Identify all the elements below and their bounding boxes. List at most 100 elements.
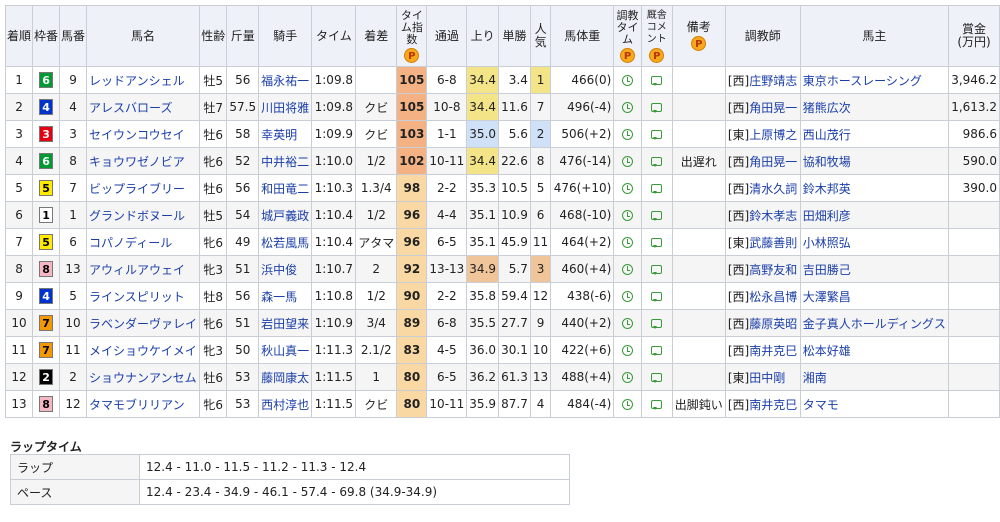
owner-cell[interactable]: 東京ホースレーシング — [799, 66, 950, 94]
owner-cell[interactable]: 小林照弘 — [799, 228, 950, 256]
owner-cell[interactable]: 金子真人ホールディングス — [799, 309, 950, 337]
owner-cell-link[interactable]: 湘南 — [803, 371, 827, 385]
comment-bubble-icon[interactable] — [651, 157, 663, 167]
training-time-cell[interactable] — [613, 174, 642, 202]
clock-icon[interactable] — [622, 156, 633, 167]
owner-cell-link[interactable]: 吉田勝己 — [803, 263, 851, 277]
jockey-cell-link[interactable]: 浜中俊 — [261, 263, 297, 277]
clock-icon[interactable] — [622, 102, 633, 113]
trainer-link[interactable]: 鈴木孝志 — [749, 209, 797, 223]
jockey-cell[interactable]: 中井裕二 — [258, 147, 313, 175]
owner-cell-link[interactable]: 松本好雄 — [803, 344, 851, 358]
horse-name-cell-link[interactable]: メイショウケイメイ — [89, 344, 197, 358]
owner-cell-link[interactable]: 猪熊広次 — [803, 101, 851, 115]
clock-icon[interactable] — [622, 75, 633, 86]
horse-name-cell-link[interactable]: キョウワゼノビア — [89, 155, 185, 169]
owner-cell[interactable]: 鈴木邦英 — [799, 174, 950, 202]
training-time-cell[interactable] — [613, 309, 642, 337]
horse-name-cell-link[interactable]: ラインスピリット — [89, 290, 185, 304]
owner-cell-link[interactable]: 鈴木邦英 — [803, 182, 851, 196]
horse-name-cell-link[interactable]: ラベンダーヴァレイ — [89, 317, 197, 331]
horse-name-cell-link[interactable]: レッドアンシェル — [89, 74, 185, 88]
owner-cell-link[interactable]: 金子真人ホールディングス — [803, 317, 946, 331]
horse-name-cell[interactable]: ラインスピリット — [86, 282, 201, 310]
training-time-cell[interactable] — [613, 201, 642, 229]
jockey-cell[interactable]: 福永祐一 — [258, 66, 313, 94]
clock-icon[interactable] — [622, 210, 633, 221]
trainer-link[interactable]: 上原博之 — [749, 128, 797, 142]
owner-cell-link[interactable]: タマモ — [803, 398, 839, 412]
jockey-cell[interactable]: 城戸義政 — [258, 201, 313, 229]
jockey-cell-link[interactable]: 和田竜二 — [261, 182, 309, 196]
trainer-link[interactable]: 田中剛 — [749, 371, 785, 385]
trainer-link[interactable]: 高野友和 — [749, 263, 797, 277]
comment-bubble-icon[interactable] — [651, 346, 663, 356]
horse-name-cell[interactable]: ラベンダーヴァレイ — [86, 309, 201, 337]
training-time-cell[interactable] — [613, 147, 642, 175]
clock-icon[interactable] — [622, 264, 633, 275]
stable-comment-cell[interactable] — [640, 201, 673, 229]
jockey-cell[interactable]: 松若風馬 — [258, 228, 313, 256]
owner-cell-link[interactable]: 大澤繁昌 — [803, 290, 851, 304]
owner-cell[interactable]: 松本好雄 — [799, 336, 950, 364]
jockey-cell-link[interactable]: 福永祐一 — [261, 74, 309, 88]
owner-cell-link[interactable]: 田畑利彦 — [803, 209, 851, 223]
stable-comment-cell[interactable] — [640, 66, 673, 94]
horse-name-cell[interactable]: グランドボヌール — [86, 201, 201, 229]
stable-comment-cell[interactable] — [640, 93, 673, 121]
trainer-link[interactable]: 角田晃一 — [749, 101, 797, 115]
comment-bubble-icon[interactable] — [651, 265, 663, 275]
clock-icon[interactable] — [622, 237, 633, 248]
clock-icon[interactable] — [622, 399, 633, 410]
stable-comment-cell[interactable] — [640, 390, 673, 418]
stable-comment-cell[interactable] — [640, 174, 673, 202]
owner-cell[interactable]: 西山茂行 — [799, 120, 950, 148]
comment-bubble-icon[interactable] — [651, 184, 663, 194]
horse-name-cell[interactable]: アレスバローズ — [86, 93, 201, 121]
jockey-cell-link[interactable]: 藤岡康太 — [261, 371, 309, 385]
training-time-cell[interactable] — [613, 66, 642, 94]
training-time-cell[interactable] — [613, 120, 642, 148]
trainer-link[interactable]: 藤原英昭 — [749, 317, 797, 331]
jockey-cell[interactable]: 和田竜二 — [258, 174, 313, 202]
trainer-link[interactable]: 南井克巳 — [749, 344, 797, 358]
jockey-cell-link[interactable]: 秋山真一 — [261, 344, 309, 358]
horse-name-cell-link[interactable]: タマモブリリアン — [89, 398, 185, 412]
training-time-cell[interactable] — [613, 336, 642, 364]
training-time-cell[interactable] — [613, 93, 642, 121]
comment-bubble-icon[interactable] — [651, 103, 663, 113]
jockey-cell-link[interactable]: 森一馬 — [261, 290, 297, 304]
horse-name-cell[interactable]: ショウナンアンセム — [86, 363, 201, 391]
owner-cell-link[interactable]: 東京ホースレーシング — [803, 74, 922, 88]
owner-cell[interactable]: 協和牧場 — [799, 147, 950, 175]
owner-cell[interactable]: 湘南 — [799, 363, 950, 391]
horse-name-cell-link[interactable]: コパノディール — [89, 236, 172, 250]
horse-name-cell[interactable]: メイショウケイメイ — [86, 336, 201, 364]
horse-name-cell[interactable]: アウィルアウェイ — [86, 255, 201, 283]
horse-name-cell-link[interactable]: アレスバローズ — [89, 101, 172, 115]
horse-name-cell[interactable]: セイウンコウセイ — [86, 120, 201, 148]
jockey-cell[interactable]: 浜中俊 — [258, 255, 313, 283]
trainer-link[interactable]: 南井克巳 — [749, 398, 797, 412]
training-time-cell[interactable] — [613, 363, 642, 391]
clock-icon[interactable] — [622, 345, 633, 356]
owner-cell-link[interactable]: 西山茂行 — [803, 128, 851, 142]
horse-name-cell-link[interactable]: セイウンコウセイ — [89, 128, 185, 142]
stable-comment-cell[interactable] — [640, 228, 673, 256]
comment-bubble-icon[interactable] — [651, 400, 663, 410]
training-time-cell[interactable] — [613, 255, 642, 283]
trainer-link[interactable]: 松永昌博 — [749, 290, 797, 304]
clock-icon[interactable] — [622, 291, 633, 302]
comment-bubble-icon[interactable] — [651, 373, 663, 383]
stable-comment-cell[interactable] — [640, 336, 673, 364]
trainer-link[interactable]: 角田晃一 — [749, 155, 797, 169]
horse-name-cell[interactable]: コパノディール — [86, 228, 201, 256]
clock-icon[interactable] — [622, 129, 633, 140]
jockey-cell[interactable]: 森一馬 — [258, 282, 313, 310]
jockey-cell[interactable]: 藤岡康太 — [258, 363, 313, 391]
jockey-cell-link[interactable]: 西村淳也 — [261, 398, 309, 412]
jockey-cell-link[interactable]: 松若風馬 — [261, 236, 309, 250]
owner-cell[interactable]: 田畑利彦 — [799, 201, 950, 229]
owner-cell-link[interactable]: 協和牧場 — [803, 155, 851, 169]
jockey-cell-link[interactable]: 幸英明 — [261, 128, 297, 142]
